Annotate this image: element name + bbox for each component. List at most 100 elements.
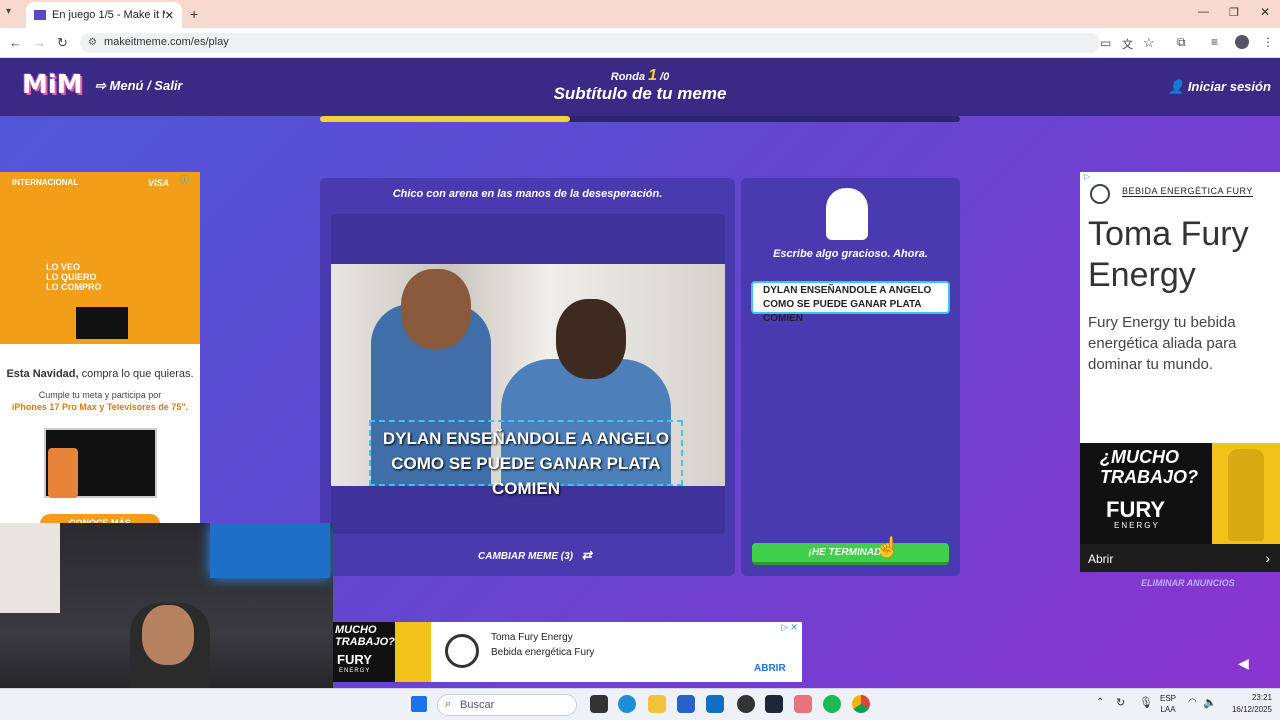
file-explorer-icon[interactable] (648, 695, 666, 713)
start-icon[interactable] (411, 696, 427, 712)
login-label: Iniciar sesión (1187, 79, 1271, 94)
img-headline-line: TRABAJO? (1100, 467, 1198, 487)
prompt-text: Escribe algo gracioso. Ahora. (773, 248, 928, 260)
bottom-ad-info-icon[interactable]: ▷ ✕ (781, 622, 798, 633)
bottom-ad-img-logo-sub: ENERGY (339, 668, 371, 674)
cast-icon[interactable]: ▭ (1100, 36, 1111, 50)
ad-right-cta: Abrir (1088, 552, 1114, 566)
site-info-icon[interactable]: ⚙ (88, 37, 97, 48)
extensions-icon[interactable]: ⧉ (1177, 35, 1186, 50)
back-icon[interactable]: ← (9, 35, 22, 50)
bottom-ad-image: MUCHO TRABAJO? FURY ENERGY (333, 622, 431, 682)
forward-icon[interactable]: → (33, 35, 46, 50)
spotify-icon[interactable] (823, 695, 841, 713)
browser-menu-icon[interactable]: ⋮ (1262, 35, 1274, 49)
pointer-cursor-icon: ☝ (875, 537, 900, 559)
left-advertisement[interactable]: INTERNACIONAL VISA LO VEO LO QUIERO LO C… (0, 172, 200, 524)
caption-input[interactable]: DYLAN ENSEÑANDOLE A ANGELO COMO SE PUEDE… (751, 281, 950, 324)
login-button[interactable]: 👤 Iniciar sesión (1168, 79, 1271, 95)
ad-left-line1-rest: compra lo que quieras. (81, 368, 194, 380)
tab-favicon-icon (34, 10, 46, 20)
fury-logo-icon (1090, 184, 1110, 204)
bottom-ad-img-headline: MUCHO TRABAJO? (335, 624, 395, 648)
ad-right-title: Toma Fury Energy (1088, 215, 1249, 294)
ad-right-img-logo: FURY (1106, 497, 1166, 522)
tab-title: En juego 1/5 - Make it Meme (52, 9, 165, 21)
img-headline-line: TRABAJO? (335, 636, 395, 648)
minimize-icon[interactable]: — (1198, 6, 1209, 18)
media-icon[interactable]: ≡ (1211, 35, 1218, 49)
user-icon: 👤 (1168, 79, 1185, 94)
volume-icon[interactable]: 🔈 (1203, 696, 1217, 709)
wifi-icon[interactable]: ◠ (1188, 697, 1197, 708)
ad-left-line3: iPhones 17 Pro Max y Televisores de 75". (11, 402, 189, 412)
chrome-icon[interactable] (852, 695, 870, 713)
outlook-icon[interactable] (706, 695, 724, 713)
person-left-head (401, 269, 471, 349)
ad-left-visa: VISA (148, 178, 170, 188)
task-view-icon[interactable] (590, 695, 608, 713)
clock-date: 16/12/2025 (1231, 705, 1272, 714)
remove-ads-link[interactable]: ELIMINAR ANUNCIOS (1141, 578, 1235, 588)
exit-icon: ⇨ (95, 78, 106, 93)
ad-choices-icon[interactable]: ▷ (1084, 172, 1090, 181)
restore-icon[interactable]: ❐ (1229, 6, 1239, 19)
ad-left-tv-image (76, 307, 128, 339)
taskbar-search[interactable]: ⌕ Buscar (437, 694, 577, 716)
logo[interactable]: MiM (22, 70, 83, 100)
tray-sync-icon[interactable]: ↻ (1116, 696, 1125, 709)
ad-right-image: ¿MUCHO TRABAJO? FURY ENERGY (1080, 443, 1280, 544)
ad-left-line1: Esta Navidad, compra lo que quieras. (0, 368, 200, 380)
meme-title: Chico con arena en las manos de la deses… (392, 188, 663, 200)
clock[interactable]: 23:21 16/12/2025 (1222, 692, 1272, 716)
mute-icon[interactable]: ◀ (1238, 655, 1249, 672)
done-button[interactable]: ¡HE TERMINADO! (752, 543, 949, 565)
round-total: /0 (660, 71, 670, 83)
profile-avatar[interactable] (1235, 35, 1249, 49)
swap-icon: ⇄ (581, 548, 592, 562)
reload-icon[interactable]: ↻ (57, 35, 68, 51)
bottom-ad-cta[interactable]: ABRIR (754, 663, 786, 674)
ad-left-phone-image (48, 448, 78, 498)
microphone-icon[interactable]: 🎙 (1139, 696, 1153, 709)
webcam-overlay (0, 523, 333, 710)
ad-left-slogan: LO VEO LO QUIERO LO COMPRO (46, 262, 102, 292)
tray-chevron-icon[interactable]: ⌃ (1096, 697, 1104, 708)
close-tab-icon[interactable]: ✕ (165, 9, 174, 22)
ad-info-icon[interactable]: ⓘ (180, 173, 189, 186)
fury-emblem-icon (445, 634, 479, 668)
taskbar (0, 688, 1280, 720)
ad-left-line2: Cumple tu meta y participa por (38, 390, 162, 400)
ad-left-brand: INTERNACIONAL (12, 178, 79, 187)
webcam-lamp (0, 523, 60, 613)
right-advertisement[interactable]: BEBIDA ENERGÉTICA FURY Toma Fury Energy … (1080, 172, 1280, 572)
steam-icon[interactable] (765, 695, 783, 713)
ad-right-body: Fury Energy tu bebida energética aliada … (1088, 314, 1237, 373)
ad-right-cta-bar[interactable]: Abrir › (1080, 544, 1280, 572)
img-headline-line: MUCHO (335, 624, 377, 636)
menu-exit-button[interactable]: ⇨ Menú / Salir (95, 78, 183, 94)
store-icon[interactable] (677, 695, 695, 713)
ad-right-brand: BEBIDA ENERGÉTICA FURY (1122, 186, 1253, 197)
url-text: makeitmeme.com/es/play (104, 36, 229, 48)
ad-right-can-body (1228, 449, 1264, 541)
bookmark-star-icon[interactable]: ☆ (1143, 35, 1155, 51)
webcam-tv-screen (210, 523, 330, 578)
mail-icon[interactable] (794, 695, 812, 713)
browser-tab[interactable]: En juego 1/5 - Make it Meme ✕ (26, 2, 182, 28)
webcam-person-head (142, 605, 194, 665)
new-tab-icon[interactable]: + (190, 6, 198, 22)
mascot-icon (826, 188, 868, 240)
chevron-right-icon: › (1265, 550, 1270, 566)
obs-icon[interactable] (737, 695, 755, 713)
bottom-advertisement[interactable]: MUCHO TRABAJO? FURY ENERGY Toma Fury Ene… (333, 622, 802, 682)
url-field[interactable]: makeitmeme.com/es/play (80, 33, 1100, 53)
translate-icon[interactable]: 文 (1122, 36, 1133, 52)
close-window-icon[interactable]: ✕ (1260, 5, 1270, 19)
lang-line: LAA (1160, 705, 1176, 714)
change-meme-button[interactable]: CAMBIAR MEME (3) ⇄ (478, 548, 592, 562)
tab-list-button[interactable]: ▾ (6, 6, 20, 20)
language-indicator[interactable]: ESP LAA (1160, 693, 1176, 715)
edge-icon[interactable] (618, 695, 636, 713)
bottom-ad-can (395, 622, 431, 682)
